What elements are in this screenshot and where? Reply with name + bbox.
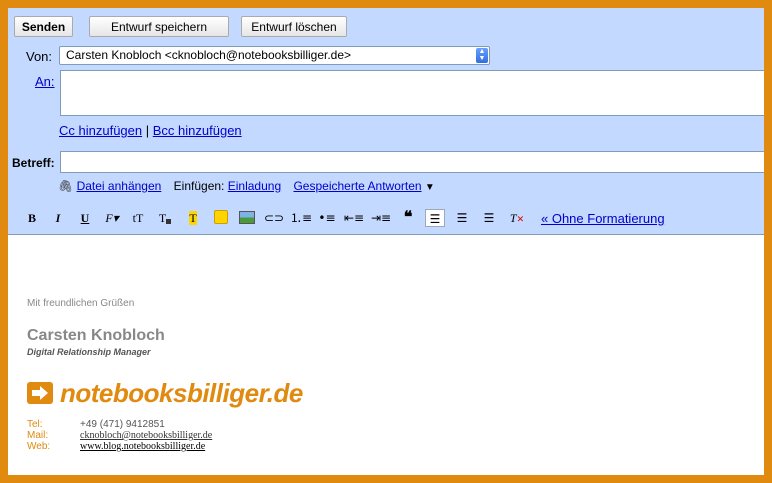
to-label-link[interactable]: An: xyxy=(35,74,55,89)
highlight-icon: T xyxy=(189,211,197,225)
quote-button[interactable]: ❝ xyxy=(398,209,418,227)
highlight-button[interactable]: T xyxy=(183,209,203,227)
bullet-list-icon: •≡ xyxy=(318,211,336,225)
signature-name: Carsten Knobloch xyxy=(27,327,165,344)
signature-title: Digital Relationship Manager xyxy=(27,347,151,357)
indent-more-button[interactable]: ⇥≡ xyxy=(371,209,391,227)
indent-less-button[interactable]: ⇤≡ xyxy=(344,209,364,227)
align-left-icon: ☰ xyxy=(429,212,441,226)
to-field[interactable] xyxy=(60,70,764,116)
send-button[interactable]: Senden xyxy=(14,16,73,37)
attach-file-link[interactable]: Datei anhängen xyxy=(77,179,162,193)
align-left-button[interactable]: ☰ xyxy=(425,209,445,227)
contact-mail-key: Mail: xyxy=(27,430,49,441)
align-center-icon: ☰ xyxy=(456,211,468,225)
signature-greeting: Mit freundlichen Grüßen xyxy=(27,298,135,309)
bold-button[interactable]: B xyxy=(22,209,42,227)
add-cc-link[interactable]: Cc hinzufügen xyxy=(59,123,142,138)
underline-button[interactable]: U xyxy=(75,209,95,227)
font-button[interactable]: F▾ xyxy=(102,209,122,227)
contact-tel-key: Tel: xyxy=(27,419,43,430)
quote-icon: ❝ xyxy=(403,209,413,226)
saved-replies-link[interactable]: Gespeicherte Antworten xyxy=(293,179,421,193)
link-icon: ⊂⊃ xyxy=(264,211,285,225)
remove-formatting-icon: T✕ xyxy=(509,211,525,225)
from-select[interactable]: Carsten Knobloch <cknobloch@notebooksbil… xyxy=(59,46,490,65)
text-color-button[interactable]: T xyxy=(155,209,175,227)
insert-link-button[interactable]: ⊂⊃ xyxy=(264,209,284,227)
outdent-icon: ⇤≡ xyxy=(344,211,365,225)
contact-web-key: Web: xyxy=(27,441,51,452)
align-right-icon: ☰ xyxy=(483,211,495,225)
image-icon xyxy=(239,211,255,224)
subject-label: Betreff: xyxy=(12,156,55,170)
contact-mail-link[interactable]: cknobloch@notebooksbilliger.de xyxy=(80,430,212,441)
add-bcc-link[interactable]: Bcc hinzufügen xyxy=(153,123,242,138)
from-value: Carsten Knobloch <cknobloch@notebooksbil… xyxy=(66,48,352,62)
plain-text-link[interactable]: « Ohne Formatierung xyxy=(541,211,665,226)
remove-formatting-button[interactable]: T✕ xyxy=(507,209,527,227)
insert-label: Einfügen: xyxy=(173,179,225,193)
italic-button[interactable]: I xyxy=(48,209,68,227)
compose-window: Senden Entwurf speichern Entwurf löschen… xyxy=(8,8,764,475)
select-arrows-icon: ▲ ▼ xyxy=(476,48,488,63)
arrow-logo-icon xyxy=(27,382,53,404)
contact-web-link[interactable]: www.blog.notebooksbilliger.de xyxy=(80,441,205,452)
cc-bcc-row: Cc hinzufügen | Bcc hinzufügen xyxy=(59,123,242,138)
smiley-icon xyxy=(214,210,228,224)
paperclip-icon: 🖇 xyxy=(58,179,74,193)
text-color-icon: T xyxy=(158,211,167,225)
bullet-list-button[interactable]: •≡ xyxy=(317,209,337,227)
subject-field[interactable] xyxy=(60,151,764,173)
font-icon: F xyxy=(105,211,113,225)
numbered-list-icon: ⒈≡ xyxy=(290,211,313,225)
indent-icon: ⇥≡ xyxy=(371,211,392,225)
insert-image-button[interactable] xyxy=(237,209,257,227)
delete-draft-button[interactable]: Entwurf löschen xyxy=(241,16,347,37)
numbered-list-button[interactable]: ⒈≡ xyxy=(290,209,313,227)
attach-row: 🖇 Datei anhängen Einfügen: Einladung Ges… xyxy=(58,179,435,193)
font-size-button[interactable]: tT xyxy=(128,209,148,227)
from-label: Von: xyxy=(26,49,53,64)
chevron-down-icon[interactable]: ▼ xyxy=(425,182,435,193)
cc-bcc-separator: | xyxy=(145,123,150,138)
message-body[interactable]: Mit freundlichen Grüßen Carsten Knobloch… xyxy=(8,234,764,475)
emoji-button[interactable] xyxy=(211,209,231,227)
save-draft-button[interactable]: Entwurf speichern xyxy=(89,16,229,37)
align-center-button[interactable]: ☰ xyxy=(452,209,472,227)
contact-tel-value: +49 (471) 9412851 xyxy=(80,419,165,430)
brand-wordmark: notebooksbilliger.de xyxy=(60,378,303,408)
invitation-link[interactable]: Einladung xyxy=(228,179,281,193)
align-right-button[interactable]: ☰ xyxy=(479,209,499,227)
